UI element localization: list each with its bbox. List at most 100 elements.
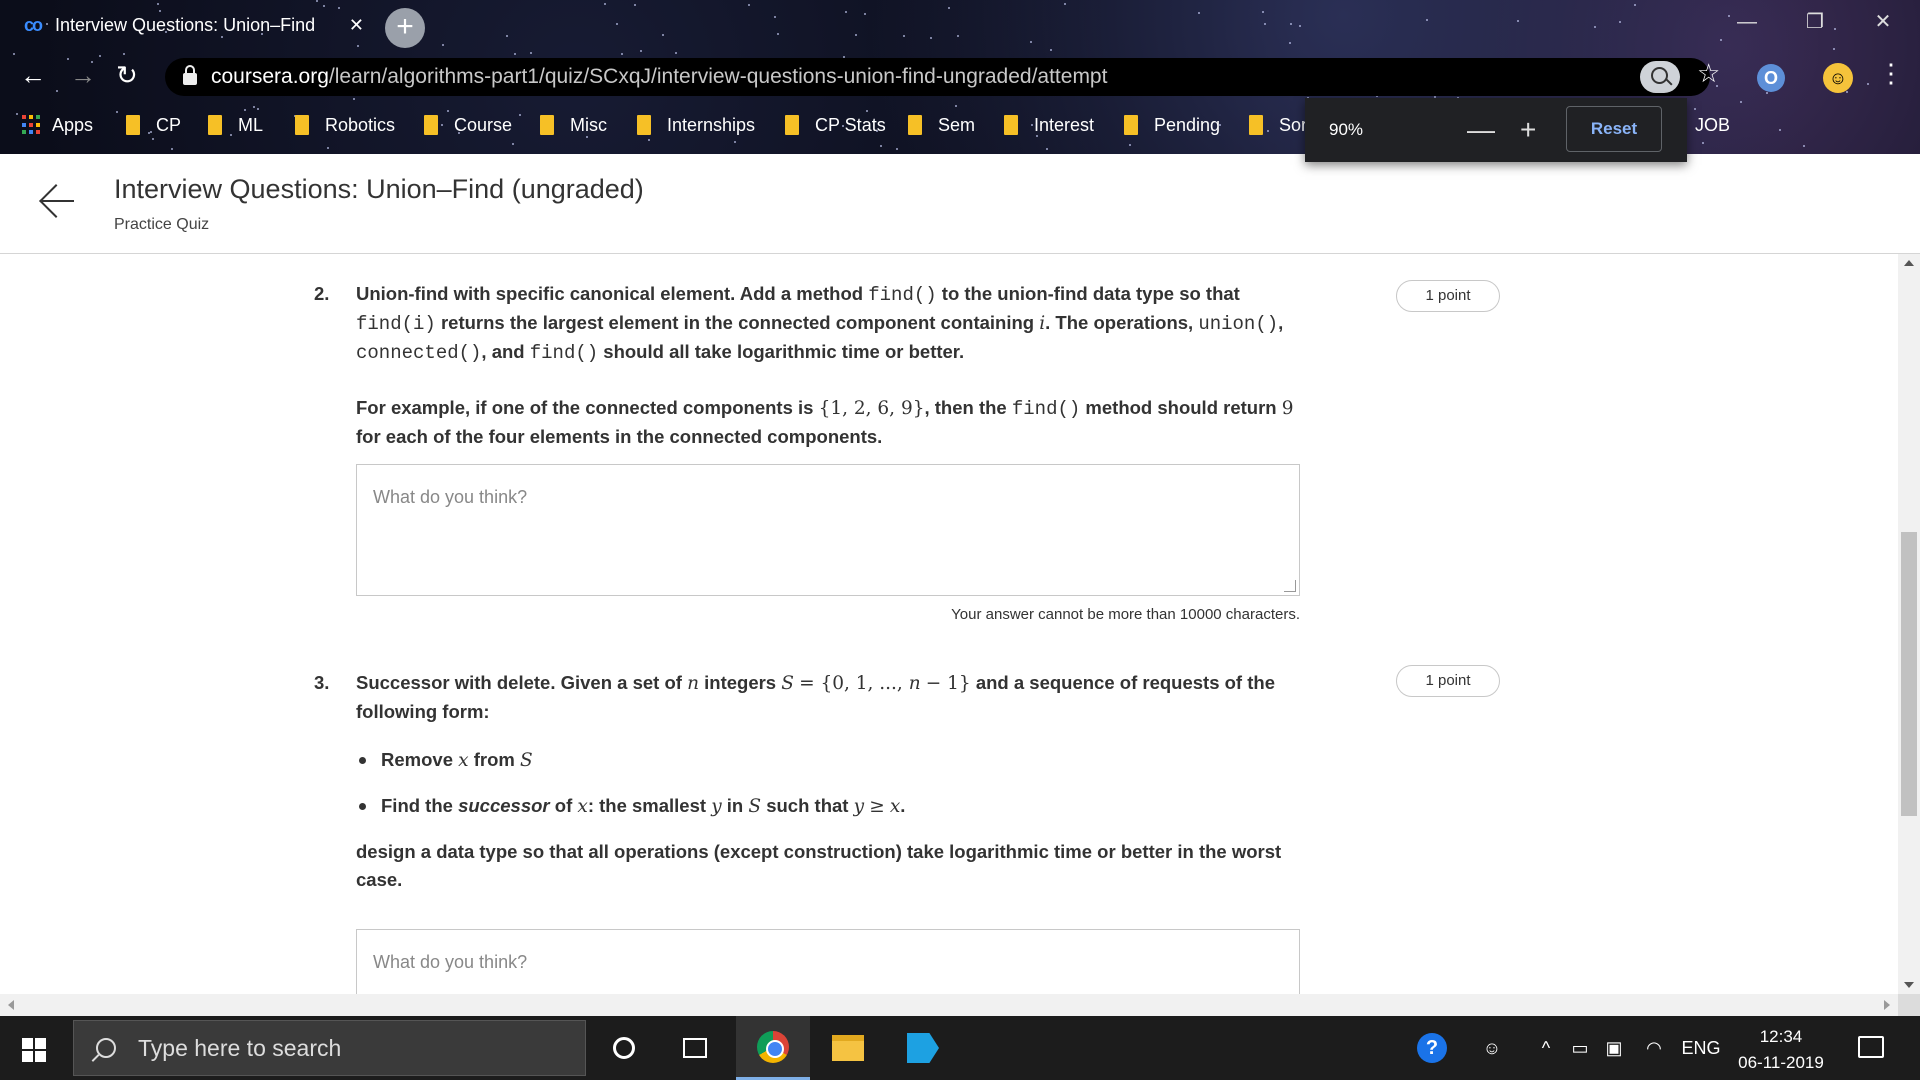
star-decoration: [1290, 23, 1292, 25]
horizontal-scrollbar[interactable]: [0, 994, 1898, 1016]
task-view-button[interactable]: [658, 1016, 732, 1080]
star-decoration: [1766, 92, 1768, 94]
star-decoration: [640, 50, 642, 52]
star-decoration: [56, 90, 58, 92]
star-decoration: [1867, 83, 1869, 85]
bookmark-folder[interactable]: Internships: [637, 110, 755, 140]
tab-title: Interview Questions: Union–Find: [55, 14, 316, 35]
scroll-left-icon[interactable]: [8, 1000, 14, 1010]
file-explorer-icon: [832, 1035, 864, 1061]
browser-menu-icon[interactable]: ⋮: [1878, 58, 1904, 89]
chrome-icon: [757, 1030, 789, 1063]
bookmark-job[interactable]: JOB: [1695, 110, 1730, 140]
language-indicator[interactable]: ENG: [1676, 1016, 1726, 1080]
file-explorer-button[interactable]: [811, 1016, 885, 1080]
resize-handle-icon[interactable]: [1284, 580, 1296, 592]
forward-icon[interactable]: →: [70, 60, 96, 90]
back-arrow-icon[interactable]: [40, 184, 74, 218]
bookmark-label: Robotics: [325, 114, 396, 135]
star-decoration: [1426, 19, 1428, 21]
bookmark-folder[interactable]: Misc: [540, 110, 607, 140]
star-decoration: [864, 13, 866, 15]
question-number: 3.: [314, 672, 330, 693]
tray-overflow-icon[interactable]: ^: [1532, 1016, 1560, 1080]
scrollbar-thumb[interactable]: [1901, 532, 1917, 816]
star-decoration: [157, 3, 159, 5]
restore-icon[interactable]: ❐: [1784, 0, 1846, 44]
star-decoration: [316, 0, 318, 2]
answer-textarea[interactable]: What do you think?: [356, 464, 1300, 596]
bookmark-folder[interactable]: Course: [424, 110, 512, 140]
scroll-down-icon[interactable]: [1904, 982, 1914, 988]
star-decoration: [621, 53, 623, 55]
star-decoration: [1619, 21, 1621, 23]
bookmark-apps[interactable]: Apps: [22, 110, 93, 140]
star-decoration: [903, 35, 905, 37]
star-decoration: [777, 33, 779, 35]
bookmark-folder[interactable]: Interest: [1004, 110, 1094, 140]
url-host: coursera.org: [211, 65, 329, 88]
bookmark-star-icon[interactable]: ☆: [1697, 58, 1720, 89]
bookmark-folder[interactable]: CP Stats: [785, 110, 886, 140]
star-decoration: [1299, 25, 1301, 27]
profile-avatar-icon[interactable]: ☺: [1823, 63, 1853, 93]
network-adapter-icon[interactable]: ▣: [1600, 1016, 1628, 1080]
browser-tab[interactable]: co Interview Questions: Union–Find ✕: [24, 10, 364, 40]
star-decoration: [253, 106, 255, 108]
windows-start-icon[interactable]: [22, 1038, 46, 1062]
window-close-icon[interactable]: ✕: [1852, 0, 1914, 44]
app-taskbar-button[interactable]: [886, 1016, 960, 1080]
taskbar-search-input[interactable]: Type here to search: [73, 1020, 586, 1076]
back-icon[interactable]: ←: [20, 60, 46, 90]
bookmark-folder[interactable]: CP: [126, 110, 181, 140]
folder-icon: [1124, 115, 1138, 135]
scroll-up-icon[interactable]: [1904, 260, 1914, 266]
reload-icon[interactable]: ↻: [116, 60, 138, 90]
star-decoration: [327, 147, 329, 149]
star-decoration: [1262, 11, 1264, 13]
minimize-icon[interactable]: —: [1716, 0, 1778, 44]
bookmark-folder[interactable]: Pending: [1124, 110, 1220, 140]
bookmark-folder[interactable]: ML: [208, 110, 263, 140]
star-decoration: [955, 105, 957, 107]
wifi-icon[interactable]: ◠: [1640, 1016, 1668, 1080]
star-decoration: [734, 141, 736, 143]
quiz-header: Interview Questions: Union–Find (ungrade…: [0, 154, 1920, 254]
battery-icon[interactable]: ▭: [1566, 1016, 1594, 1080]
star-decoration: [855, 34, 857, 36]
answer-textarea[interactable]: What do you think?: [356, 929, 1300, 994]
vertical-scrollbar[interactable]: [1898, 254, 1920, 994]
cortana-button[interactable]: [587, 1016, 661, 1080]
search-icon: [96, 1038, 116, 1058]
folder-icon: [785, 115, 799, 135]
people-icon[interactable]: ☺: [1475, 1016, 1509, 1080]
extension-icon[interactable]: O: [1757, 64, 1785, 92]
bookmark-label: Apps: [52, 114, 94, 135]
chrome-taskbar-button[interactable]: [736, 1016, 810, 1080]
zoom-icon[interactable]: [1640, 61, 1680, 93]
bookmark-folder[interactable]: Sem: [908, 110, 975, 140]
bookmark-folder[interactable]: Robotics: [295, 110, 395, 140]
star-decoration: [323, 5, 325, 7]
zoom-in-button[interactable]: +: [1520, 114, 1536, 146]
help-tray-button[interactable]: ?: [1412, 1016, 1452, 1080]
star-decoration: [1846, 91, 1848, 93]
star-decoration: [1046, 148, 1048, 150]
tab-close-icon[interactable]: ✕: [349, 15, 364, 36]
address-bar[interactable]: coursera.org/learn/algorithms-part1/quiz…: [165, 58, 1710, 96]
star-decoration: [357, 45, 359, 47]
taskbar-clock[interactable]: 12:34 06-11-2019: [1726, 1024, 1836, 1076]
star-decoration: [442, 44, 444, 46]
answer-placeholder: What do you think?: [373, 487, 528, 507]
star-decoration: [99, 55, 101, 57]
zoom-out-button[interactable]: —: [1467, 114, 1495, 146]
star-decoration: [604, 3, 606, 5]
bookmark-label: Interest: [1034, 114, 1095, 135]
scroll-right-icon[interactable]: [1884, 1000, 1890, 1010]
bookmark-folder[interactable]: Sor: [1249, 110, 1307, 140]
clock-time: 12:34: [1759, 1027, 1803, 1046]
folder-icon: [295, 115, 309, 135]
new-tab-button[interactable]: +: [385, 8, 425, 48]
zoom-reset-button[interactable]: Reset: [1566, 106, 1662, 152]
notification-icon[interactable]: [1858, 1036, 1884, 1058]
